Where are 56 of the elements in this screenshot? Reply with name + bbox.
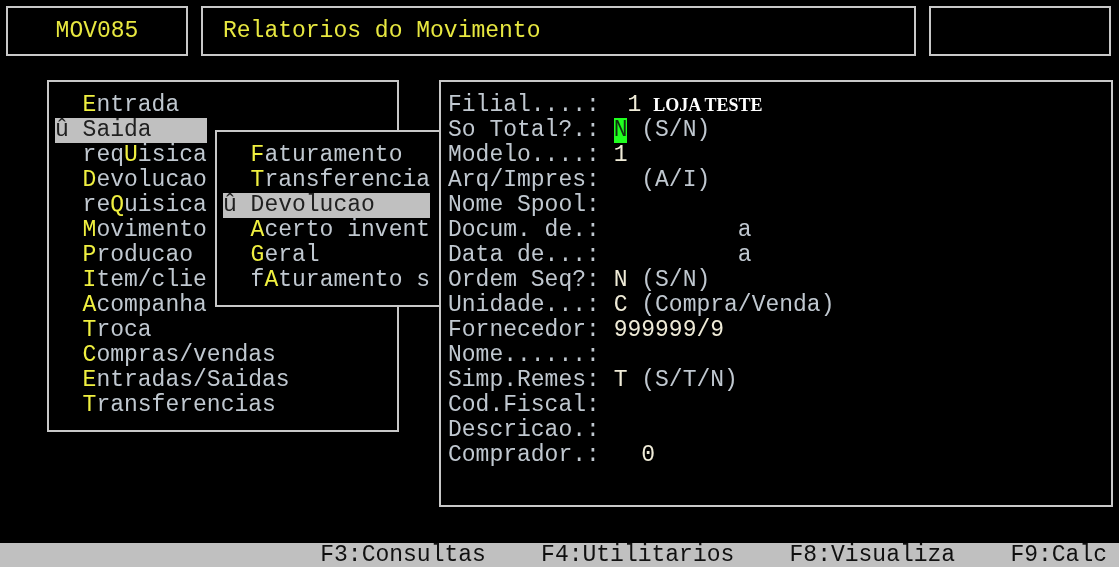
field-hint: (S/N) [641,118,711,143]
submenu-item[interactable]: fAturamento s [223,268,431,293]
field-label: Simp.Remes: [448,368,601,393]
function-key[interactable]: F4:Utilitarios [541,544,735,566]
menu-item[interactable]: Item/clie [55,268,207,293]
field-label: Arq/Impres: [448,168,601,193]
field-label: Cod.Fiscal: [448,393,601,418]
program-code: MOV085 [55,18,139,44]
field-label: Data de...: [448,243,601,268]
field-label: Descricao.: [448,418,601,443]
field-value[interactable]: 999999/9 [613,318,725,343]
menu-item[interactable]: Devolucao [55,168,207,193]
menu-item[interactable]: Compras/vendas [55,343,276,368]
submenu-item[interactable]: Faturamento [223,143,431,168]
field-value[interactable]: 1 [613,143,628,168]
screen-title: Relatorios do Movimento [223,18,541,44]
menu-item[interactable]: Entradas/Saidas [55,368,290,393]
menu-item[interactable]: reQuisica [55,193,207,218]
menu-item[interactable]: Producao [55,243,207,268]
field-value[interactable]: N [613,118,628,143]
menu-item[interactable]: reqUisica [55,143,207,168]
submenu-item[interactable]: û Devolucao [223,193,431,218]
field-value[interactable]: 1 [627,93,642,118]
field-label: Modelo....: [448,143,601,168]
function-key[interactable]: F8:Visualiza [789,544,956,566]
field-value[interactable]: N [613,268,628,293]
field-label: Docum. de.: [448,218,601,243]
function-key[interactable]: F3:Consultas [320,544,486,566]
field-label: Unidade...: [448,293,601,318]
submenu-item[interactable]: Transferencia [223,168,431,193]
field-value[interactable]: T [613,368,628,393]
submenu-item[interactable]: Geral [223,243,431,268]
field-hint: (Compra/Venda) [641,293,835,318]
menu-item[interactable]: Transferencias [55,393,276,418]
field-label: So Total?.: [448,118,601,143]
menu-item[interactable]: û Saida [55,118,207,143]
field-label: Fornecedor: [448,318,601,343]
field-hint: (S/N) [641,268,711,293]
field-label: Nome Spool: [448,193,601,218]
field-label: Filial....: [448,93,601,118]
field-value[interactable]: C [613,293,628,318]
function-key[interactable]: F9:Calc [1010,544,1107,566]
field-hint: (S/T/N) [641,368,738,393]
field-hint: a [737,218,752,243]
menu-item[interactable]: Movimento [55,218,207,243]
field-label: Comprador.: [448,443,601,468]
menu-item[interactable]: Troca [55,318,207,343]
submenu-item[interactable]: Acerto invent [223,218,431,243]
field-label: Ordem Seq?: [448,268,601,293]
menu-item[interactable]: Entrada [55,93,207,118]
branch-name: LOJA TESTE [653,94,763,117]
field-hint: a [737,243,752,268]
field-label: Nome......: [448,343,601,368]
field-hint: (A/I) [641,168,711,193]
field-value[interactable]: 0 [641,443,656,468]
menu-item[interactable]: Acompanha [55,293,207,318]
